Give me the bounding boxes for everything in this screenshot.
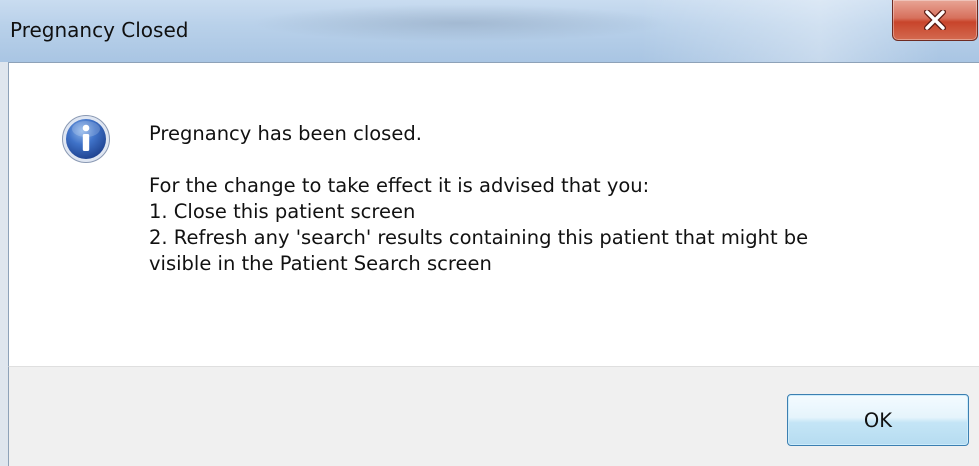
titlebar-background-blur bbox=[250, 4, 670, 42]
button-area: OK bbox=[8, 366, 979, 466]
info-icon bbox=[61, 114, 111, 164]
message-line-advice: For the change to take effect it is advi… bbox=[149, 174, 650, 197]
dialog-window: Pregnancy Closed Pregnancy has been clos… bbox=[0, 0, 979, 466]
dialog-title: Pregnancy Closed bbox=[10, 18, 189, 42]
close-button[interactable] bbox=[892, 0, 978, 41]
dialog-content: Pregnancy has been closed. For the chang… bbox=[8, 62, 979, 367]
title-bar[interactable]: Pregnancy Closed bbox=[0, 0, 979, 62]
close-icon bbox=[924, 10, 946, 30]
message-line-closed: Pregnancy has been closed. bbox=[149, 122, 422, 145]
message-line-step-2-cont: visible in the Patient Search screen bbox=[149, 252, 492, 275]
message-line-step-2: 2. Refresh any 'search' results containi… bbox=[149, 226, 809, 249]
ok-button[interactable]: OK bbox=[787, 394, 969, 446]
message-line-step-1: 1. Close this patient screen bbox=[149, 200, 416, 223]
message-text: Pregnancy has been closed. For the chang… bbox=[149, 121, 949, 277]
